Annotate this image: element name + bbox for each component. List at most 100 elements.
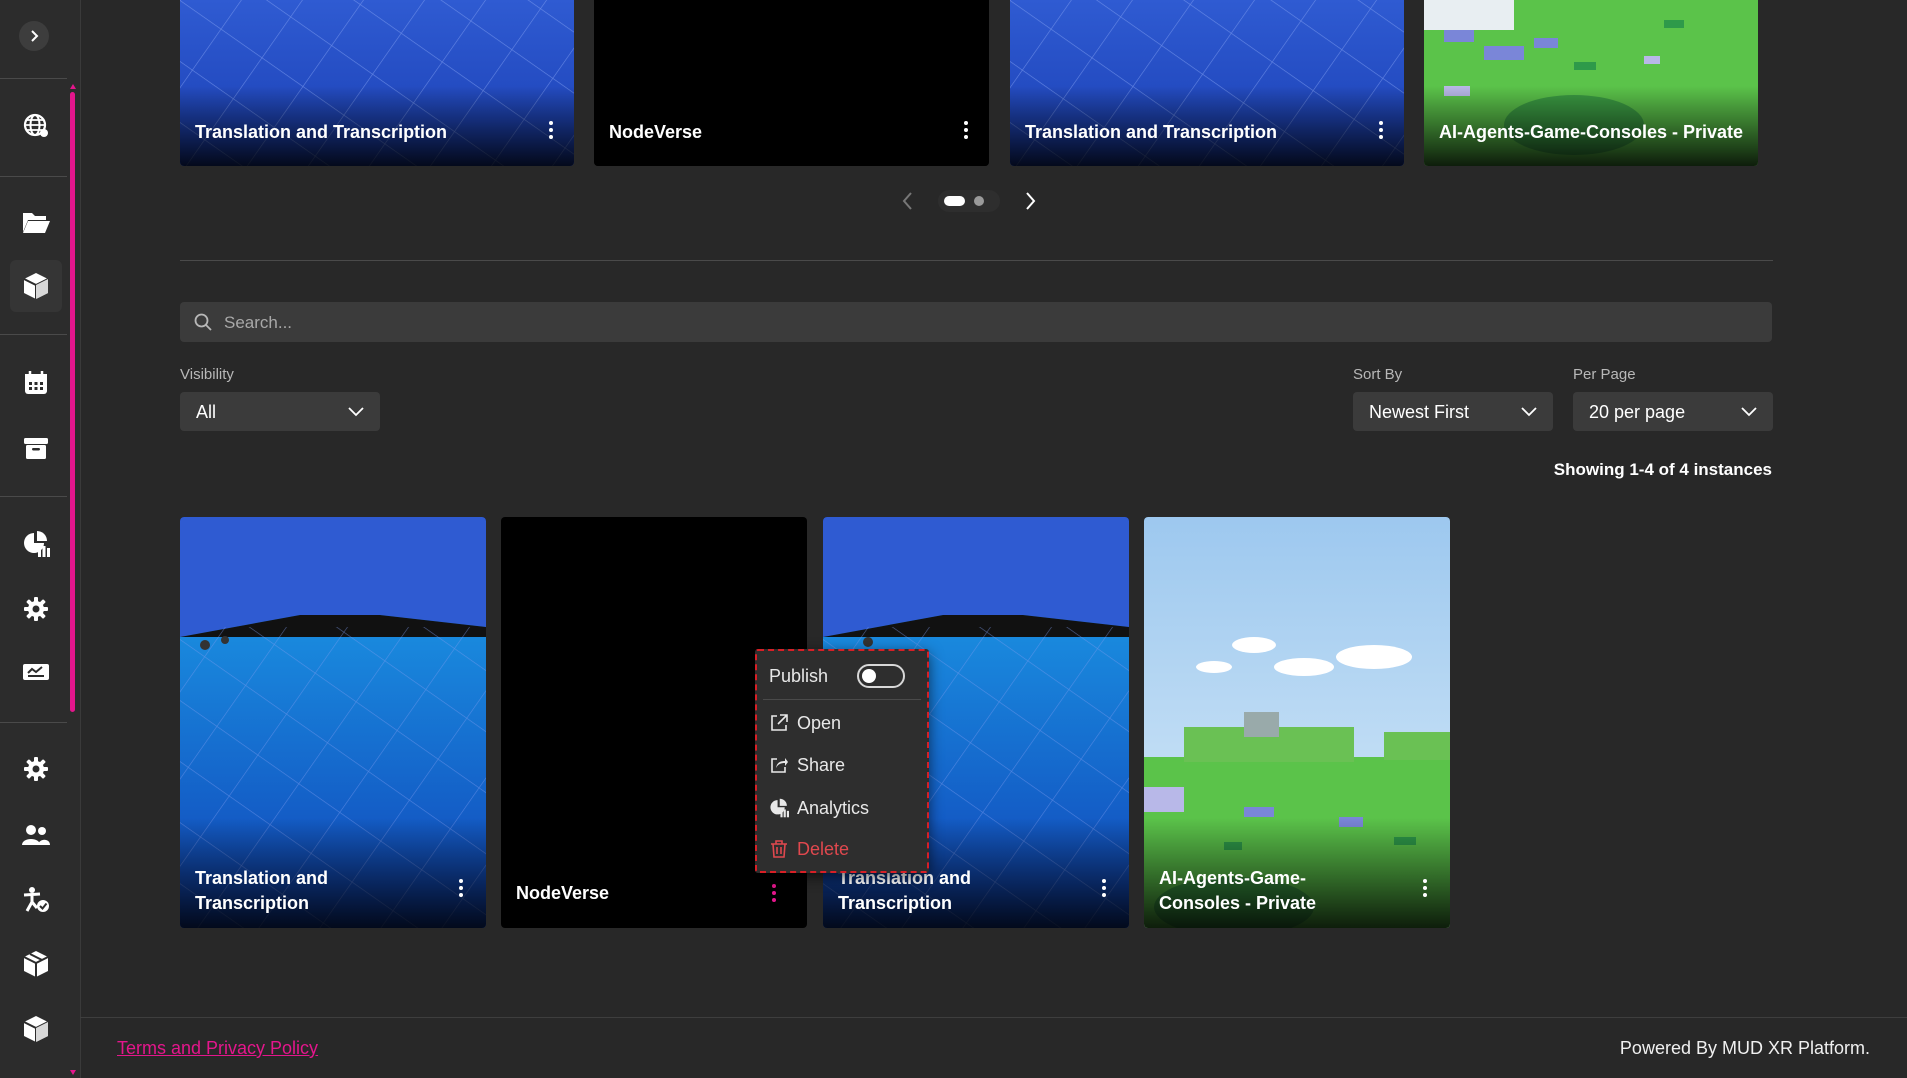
sidebar-item-settings[interactable] — [10, 583, 62, 635]
more-options-icon[interactable] — [1101, 878, 1107, 898]
sidebar-divider — [0, 78, 67, 79]
more-options-icon[interactable] — [548, 120, 554, 140]
card-title: NodeVerse — [516, 883, 610, 903]
instance-card[interactable]: AI-Agents-Game-Consoles - Private — [1144, 517, 1450, 928]
archive-icon — [24, 438, 48, 459]
more-options-icon[interactable] — [458, 878, 464, 898]
carousel-card[interactable]: Translation and Transcription — [1010, 0, 1404, 166]
more-options-icon[interactable] — [1422, 878, 1428, 898]
scroll-down-arrow[interactable] — [70, 1070, 76, 1075]
sidebar-divider — [0, 722, 67, 723]
settings-icon — [24, 597, 48, 621]
scroll-up-arrow[interactable] — [70, 84, 76, 89]
search-bar[interactable] — [180, 302, 1772, 344]
sort-by-select[interactable]: Newest First — [1353, 392, 1553, 431]
chevron-right-icon — [31, 30, 39, 42]
per-page-label: Per Page — [1573, 366, 1636, 383]
section-divider — [180, 260, 1773, 261]
sidebar-item-instances[interactable] — [10, 260, 62, 312]
menu-item-delete[interactable]: Delete — [769, 835, 849, 863]
cube-icon — [23, 273, 49, 299]
card-title: AI-Agents-Game-Consoles - Private — [1439, 122, 1744, 142]
share-icon — [771, 758, 788, 773]
publish-row: Publish — [769, 662, 828, 690]
pagination-dot[interactable] — [974, 196, 984, 206]
menu-item-open[interactable]: Open — [769, 709, 841, 737]
publish-toggle[interactable] — [857, 664, 905, 688]
globe-icon — [23, 113, 48, 137]
folder-open-icon — [23, 213, 50, 233]
card-title: Translation and Transcription — [195, 122, 448, 142]
sidebar-item-explore[interactable] — [10, 100, 62, 152]
sidebar-item-events[interactable] — [10, 357, 62, 409]
pagination-dot-active[interactable] — [944, 196, 965, 206]
ticket-icon — [23, 664, 49, 680]
accessibility-icon — [23, 887, 49, 912]
per-page-select[interactable]: 20 per page — [1573, 392, 1773, 431]
calendar-icon — [25, 371, 47, 394]
sidebar — [0, 0, 81, 1078]
sidebar-item-users[interactable] — [10, 809, 62, 861]
sidebar-item-accessibility[interactable] — [10, 874, 62, 926]
search-icon — [194, 313, 212, 331]
menu-item-label: Open — [797, 712, 842, 733]
menu-item-label: Analytics — [797, 797, 870, 818]
menu-item-share[interactable]: Share — [769, 751, 845, 779]
visibility-select[interactable]: All — [180, 392, 380, 431]
instance-card[interactable]: Translation and Transcription — [180, 517, 486, 928]
sidebar-item-archive[interactable] — [10, 422, 62, 474]
sidebar-scrollbar[interactable] — [70, 92, 75, 712]
search-input[interactable] — [222, 302, 1726, 344]
visibility-value: All — [196, 402, 217, 422]
more-options-icon[interactable] — [963, 120, 969, 140]
sidebar-item-admin-settings[interactable] — [10, 743, 62, 795]
card-title: Translation and Transcription — [1025, 122, 1278, 142]
visibility-label: Visibility — [180, 366, 234, 383]
carousel-card[interactable]: AI-Agents-Game-Consoles - Private — [1424, 0, 1758, 166]
card-title: Translation and Transcription — [838, 868, 972, 913]
sidebar-item-tickets[interactable] — [10, 646, 62, 698]
sidebar-divider — [0, 496, 67, 497]
sidebar-divider — [0, 176, 67, 177]
card-title: AI-Agents-Game-Consoles - Private — [1159, 868, 1317, 913]
sidebar-item-models[interactable] — [10, 1003, 62, 1055]
carousel-next-button[interactable] — [1025, 189, 1037, 213]
sidebar-item-analytics[interactable] — [10, 518, 62, 570]
results-count: Showing 1-4 of 4 instances — [1553, 460, 1772, 479]
more-options-icon[interactable] — [771, 883, 777, 903]
trash-icon — [771, 840, 787, 858]
powered-by-text: Powered By MUD XR Platform. — [1619, 1038, 1870, 1058]
terms-link[interactable]: Terms and Privacy Policy — [117, 1038, 318, 1059]
external-link-icon — [771, 714, 788, 731]
card-context-menu: Publish Open Share Analytics Delete — [755, 649, 929, 873]
carousel-prev-button[interactable] — [901, 189, 913, 213]
chevron-down-icon — [1741, 407, 1757, 417]
settings-icon — [24, 757, 48, 781]
carousel-card[interactable]: Translation and Transcription — [180, 0, 574, 166]
card-title: Translation and Transcription — [195, 868, 329, 913]
sort-by-value: Newest First — [1369, 402, 1470, 422]
sort-by-label: Sort By — [1353, 366, 1403, 383]
cube-icon — [23, 1016, 49, 1042]
carousel-pagination — [938, 190, 1000, 212]
menu-item-label: Delete — [797, 838, 850, 859]
menu-divider — [763, 699, 921, 700]
menu-item-label: Share — [797, 754, 846, 775]
sidebar-item-packages[interactable] — [10, 938, 62, 990]
sidebar-item-projects[interactable] — [10, 196, 62, 248]
sidebar-divider — [0, 334, 67, 335]
carousel-card[interactable]: NodeVerse — [594, 0, 989, 166]
footer-divider — [80, 1017, 1907, 1018]
per-page-value: 20 per page — [1589, 402, 1686, 422]
menu-item-analytics[interactable]: Analytics — [769, 794, 869, 822]
sidebar-toggle-button[interactable] — [19, 21, 49, 51]
chevron-left-icon — [902, 192, 912, 210]
users-icon — [22, 825, 50, 845]
boxes-icon — [23, 951, 49, 977]
analytics-icon — [770, 798, 789, 818]
more-options-icon[interactable] — [1378, 120, 1384, 140]
publish-label: Publish — [769, 665, 829, 686]
toggle-knob — [862, 669, 876, 683]
card-title: NodeVerse — [609, 122, 703, 142]
chevron-down-icon — [348, 407, 364, 417]
